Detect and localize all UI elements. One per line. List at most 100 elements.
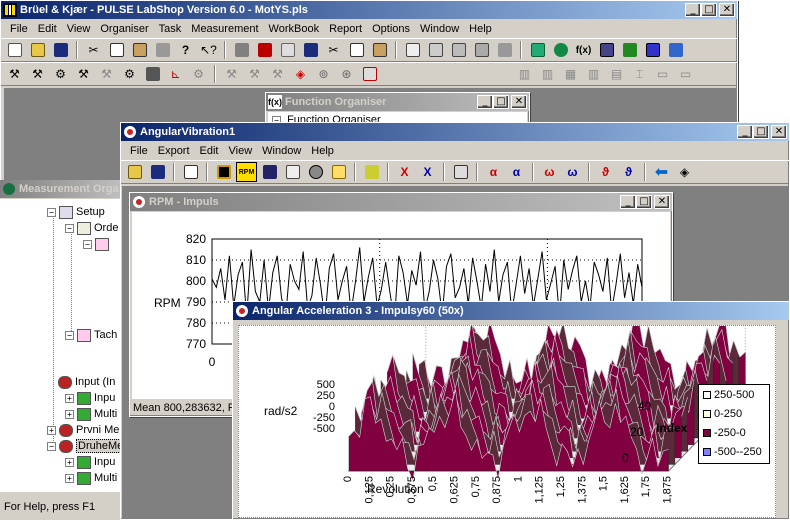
back-arrow-icon[interactable]: ⬅ — [651, 162, 672, 182]
tree-item-order[interactable]: − Orde — [65, 220, 118, 236]
menu-workbook[interactable]: WorkBook — [264, 23, 325, 35]
main-titlebar[interactable]: Brüel & Kjær - PULSE LabShop Version 6.0… — [1, 1, 737, 19]
close-button[interactable]: ✕ — [719, 3, 735, 17]
open-icon[interactable] — [27, 40, 48, 60]
close-button[interactable]: ✕ — [511, 95, 527, 109]
report-icon[interactable] — [254, 40, 275, 60]
alpha-blue-icon[interactable]: α — [506, 162, 527, 182]
menu-report[interactable]: Report — [324, 23, 367, 35]
menu-measurement[interactable]: Measurement — [186, 23, 263, 35]
accel-titlebar[interactable]: Angular Acceleration 3 - Impulsy60 (50x) — [233, 302, 789, 320]
av-menu-edit[interactable]: Edit — [195, 145, 224, 157]
maximize-button[interactable]: □ — [636, 195, 652, 209]
hierarchy-icon[interactable] — [361, 162, 382, 182]
menu-task[interactable]: Task — [154, 23, 187, 35]
collapse-icon[interactable]: − — [47, 441, 56, 451]
workbook-icon[interactable] — [231, 40, 252, 60]
ruler-icon[interactable] — [282, 162, 303, 182]
alpha-red-icon[interactable]: α — [483, 162, 504, 182]
layout-c-icon[interactable]: ▦ — [560, 64, 581, 84]
chart-table-icon[interactable] — [448, 40, 469, 60]
theta-blue-icon[interactable]: ϑ — [618, 162, 639, 182]
layout-b-icon[interactable]: ▥ — [537, 64, 558, 84]
layout-d-icon[interactable]: ▥ — [583, 64, 604, 84]
copy-icon[interactable] — [180, 162, 201, 182]
function-organiser-titlebar[interactable]: f(x) Function Organiser _ □ ✕ — [266, 93, 529, 111]
cut2-icon[interactable]: ✂ — [323, 40, 344, 60]
rpm-titlebar[interactable]: RPM - Impuls _ □ ✕ — [130, 193, 672, 211]
tool-p-icon[interactable] — [359, 64, 380, 84]
menu-options[interactable]: Options — [367, 23, 415, 35]
omega-blue-icon[interactable]: ω — [562, 162, 583, 182]
frame2-icon[interactable]: ▭ — [675, 64, 696, 84]
save-icon[interactable] — [50, 40, 71, 60]
tree-item-input-1[interactable]: + Inpu — [65, 390, 115, 406]
layout-a-icon[interactable]: ▥ — [514, 64, 535, 84]
collapse-icon[interactable]: − — [83, 239, 92, 249]
tool-e-icon[interactable]: ⚒ — [96, 64, 117, 84]
chart-icon[interactable] — [471, 40, 492, 60]
tree-item-prvni[interactable]: + Prvni Me — [47, 422, 119, 438]
tool-m-icon[interactable]: ◈ — [290, 64, 311, 84]
print-icon[interactable] — [152, 40, 173, 60]
theta-red-icon[interactable]: ϑ — [595, 162, 616, 182]
cut-icon[interactable]: ✂ — [83, 40, 104, 60]
frame-icon[interactable]: ▭ — [652, 64, 673, 84]
menu-organiser[interactable]: Organiser — [95, 23, 153, 35]
generator-icon[interactable] — [619, 40, 640, 60]
copy-icon[interactable] — [106, 40, 127, 60]
measurement-icon[interactable] — [550, 40, 571, 60]
eraser-icon[interactable]: ◈ — [674, 162, 695, 182]
tree-item-druhe[interactable]: − DruheMe — [47, 438, 124, 454]
tool-h-icon[interactable]: ⊾ — [165, 64, 186, 84]
organiser-icon[interactable] — [527, 40, 548, 60]
layout-e-icon[interactable]: ▤ — [606, 64, 627, 84]
properties-icon[interactable] — [450, 162, 471, 182]
tool-b-icon[interactable]: ⚒ — [27, 64, 48, 84]
menu-file[interactable]: File — [5, 23, 33, 35]
maximize-button[interactable]: □ — [493, 95, 509, 109]
tree-item-input-2[interactable]: + Inpu — [65, 454, 115, 470]
expand-icon[interactable]: + — [65, 457, 74, 467]
x-blue-icon[interactable]: X — [417, 162, 438, 182]
tool-j-icon[interactable]: ⚒ — [221, 64, 242, 84]
menu-help[interactable]: Help — [464, 23, 497, 35]
page-icon[interactable] — [402, 40, 423, 60]
display-icon[interactable] — [596, 40, 617, 60]
paste-icon[interactable] — [129, 40, 150, 60]
collapse-icon[interactable]: − — [65, 330, 74, 340]
tool-c-icon[interactable]: ⚙ — [50, 64, 71, 84]
collapse-icon[interactable]: − — [65, 223, 74, 233]
tree-item-input[interactable]: Input (In — [58, 374, 115, 390]
x-red-icon[interactable]: X — [394, 162, 415, 182]
tool-a-icon[interactable]: ⚒ — [4, 64, 25, 84]
expand-icon[interactable]: + — [65, 393, 74, 403]
menu-edit[interactable]: Edit — [33, 23, 62, 35]
tree-item-setup[interactable]: − Setup — [47, 204, 105, 220]
cursor-icon[interactable]: ⌶ — [629, 64, 650, 84]
av-menu-window[interactable]: Window — [257, 145, 306, 157]
collapse-icon[interactable]: − — [47, 207, 56, 217]
tree-item-tacho[interactable]: − Tach — [65, 327, 117, 343]
open-icon[interactable] — [124, 162, 145, 182]
expand-icon[interactable]: + — [47, 425, 56, 435]
save-icon[interactable] — [147, 162, 168, 182]
omega-red-icon[interactable]: ω — [539, 162, 560, 182]
waterfall-icon[interactable] — [259, 162, 280, 182]
tool-o-icon[interactable]: ⊛ — [336, 64, 357, 84]
function-icon[interactable]: f(x) — [573, 40, 594, 60]
menu-window[interactable]: Window — [415, 23, 464, 35]
maximize-button[interactable]: □ — [701, 3, 717, 17]
grid-icon[interactable] — [425, 40, 446, 60]
expand-icon[interactable]: + — [65, 473, 74, 483]
frontend-icon[interactable] — [642, 40, 663, 60]
av-menu-help[interactable]: Help — [306, 145, 339, 157]
close-button[interactable]: ✕ — [771, 125, 787, 139]
record-icon[interactable] — [305, 162, 326, 182]
context-help-icon[interactable]: ↖? — [198, 40, 219, 60]
copy2-icon[interactable] — [346, 40, 367, 60]
print2-icon[interactable] — [494, 40, 515, 60]
save2-icon[interactable] — [300, 40, 321, 60]
menu-view[interactable]: View — [62, 23, 96, 35]
tree-item-multi-1[interactable]: + Multi — [65, 406, 117, 422]
